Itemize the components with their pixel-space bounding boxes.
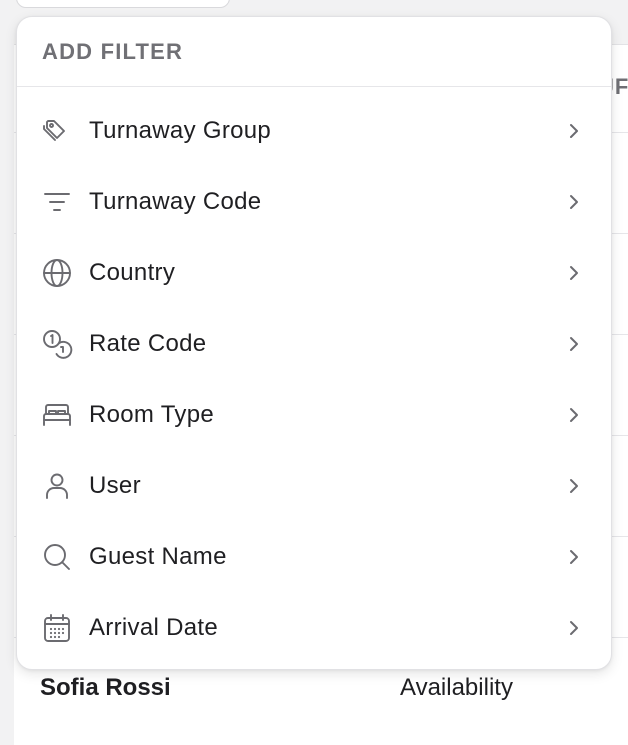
chevron-right-icon [563, 617, 585, 639]
filter-pill[interactable] [16, 0, 230, 8]
dropdown-header: ADD FILTER [17, 17, 611, 87]
menu-item-rate-code[interactable]: Rate Code [17, 308, 611, 379]
menu-item-room-type[interactable]: Room Type [17, 379, 611, 450]
menu-item-guest-name[interactable]: Guest Name [17, 521, 611, 592]
menu-item-label: Room Type [89, 400, 214, 428]
user-icon [41, 470, 73, 502]
chevron-right-icon [563, 404, 585, 426]
chevron-right-icon [563, 475, 585, 497]
globe-icon [41, 257, 73, 289]
chevron-right-icon [563, 120, 585, 142]
menu-item-label: Country [89, 258, 176, 286]
chevron-right-icon [563, 262, 585, 284]
filter-menu: Turnaway Group Turnaway Code Country Rat… [17, 87, 611, 663]
menu-item-label: Turnaway Group [89, 116, 272, 144]
chevron-right-icon [563, 546, 585, 568]
tag-icon [41, 115, 73, 147]
menu-item-arrival-date[interactable]: Arrival Date [17, 592, 611, 663]
chevron-right-icon [563, 333, 585, 355]
menu-item-turnaway-code[interactable]: Turnaway Code [17, 166, 611, 237]
table-cell-guest-name: Sofia Rossi [40, 674, 171, 701]
dropdown-title: ADD FILTER [42, 38, 184, 64]
menu-item-label: Arrival Date [89, 613, 218, 641]
menu-item-label: Rate Code [89, 329, 207, 357]
menu-item-country[interactable]: Country [17, 237, 611, 308]
add-filter-dropdown: ADD FILTER Turnaway Group Turnaway Code … [16, 16, 612, 670]
menu-item-label: Turnaway Code [89, 187, 262, 215]
menu-item-turnaway-group[interactable]: Turnaway Group [17, 95, 611, 166]
coins-icon [41, 328, 73, 360]
search-icon [41, 541, 73, 573]
table-cell-reason: Availability [400, 674, 513, 701]
menu-item-user[interactable]: User [17, 450, 611, 521]
filter-lines-icon [41, 186, 73, 218]
calendar-icon [41, 612, 73, 644]
bed-icon [41, 399, 73, 431]
chevron-right-icon [563, 191, 585, 213]
menu-item-label: Guest Name [89, 542, 227, 570]
menu-item-label: User [89, 471, 141, 499]
